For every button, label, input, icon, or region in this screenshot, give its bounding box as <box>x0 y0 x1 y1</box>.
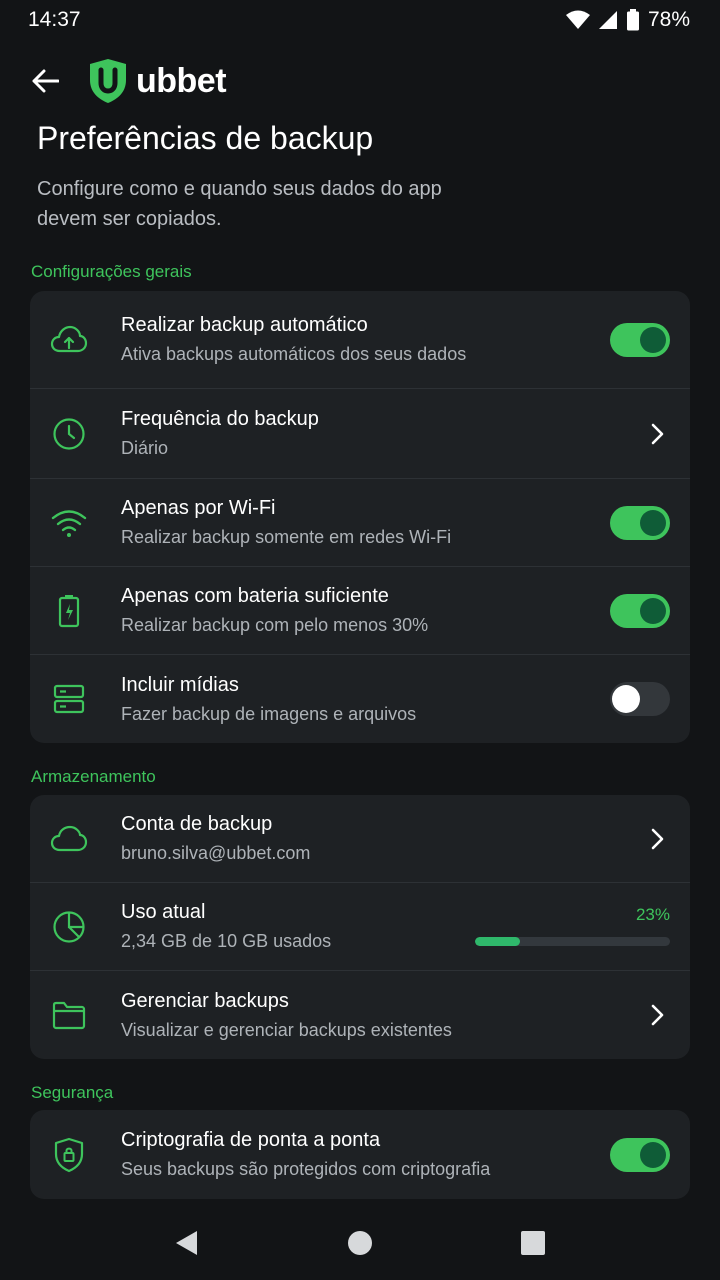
wifi-icon <box>50 504 88 542</box>
auto-backup-toggle[interactable] <box>610 322 670 357</box>
folder-icon <box>50 996 88 1034</box>
app-logo: ubbet <box>88 58 227 104</box>
include-media-toggle[interactable] <box>610 682 670 716</box>
row-title: Criptografia de ponta a ponta <box>121 1129 381 1151</box>
cloud-icon <box>50 820 88 858</box>
row-backup-account[interactable]: Conta de backup bruno.silva@ubbet.com <box>30 795 690 883</box>
storage-icon <box>50 680 88 718</box>
page-subtitle: Configure como e quando seus dados do ap… <box>37 178 442 230</box>
shield-logo-icon <box>90 59 126 103</box>
nav-recents-button[interactable] <box>513 1223 553 1263</box>
row-title: Frequência do backup <box>121 408 319 430</box>
row-subtitle: Seus backups são protegidos com criptogr… <box>121 1159 491 1179</box>
chevron-right-icon[interactable] <box>650 1003 666 1027</box>
card-storage: Conta de backup bruno.silva@ubbet.com Us… <box>30 795 690 1059</box>
row-title: Conta de backup <box>121 813 273 835</box>
row-wifi-only[interactable]: Apenas por Wi-Fi Realizar backup somente… <box>30 479 690 567</box>
clock-icon <box>50 415 88 453</box>
logo-text: ubbet <box>136 61 227 100</box>
section-label-general: Configurações gerais <box>31 262 192 281</box>
card-security: Criptografia de ponta a ponta Seus backu… <box>30 1110 690 1199</box>
battery-icon <box>626 9 640 31</box>
wifi-only-toggle[interactable] <box>610 505 670 540</box>
nav-back-button[interactable] <box>167 1223 207 1263</box>
row-title: Incluir mídias <box>121 673 239 696</box>
status-bar: 14:37 78% <box>0 0 720 40</box>
triangle-back-icon <box>175 1230 197 1255</box>
usage-progress-bar <box>475 937 670 946</box>
usage-progress-fill <box>475 937 520 946</box>
row-subtitle: Realizar backup com pelo menos 30% <box>121 615 429 635</box>
battery-percent: 78% <box>647 8 690 31</box>
cloud-upload-icon <box>50 321 88 359</box>
row-subtitle: Visualizar e gerenciar backups existente… <box>121 1019 452 1040</box>
row-backup-frequency[interactable]: Frequência do backup Diário <box>30 389 690 479</box>
shield-lock-icon <box>50 1136 88 1174</box>
row-current-usage: Uso atual 2,34 GB de 10 GB usados 23% <box>30 883 690 971</box>
row-include-media[interactable]: Incluir mídias Fazer backup de imagens e… <box>30 655 690 743</box>
row-subtitle: Ativa backups automáticos dos seus dados <box>121 344 467 364</box>
row-battery-sufficient[interactable]: Apenas com bateria suficiente Realizar b… <box>30 567 690 655</box>
row-title: Apenas por Wi-Fi <box>121 497 276 519</box>
battery-sufficient-toggle[interactable] <box>610 593 670 628</box>
system-nav-bar <box>0 1205 720 1280</box>
row-title: Realizar backup automático <box>121 314 368 336</box>
encryption-toggle[interactable] <box>610 1137 670 1172</box>
card-general: Realizar backup automático Ativa backups… <box>30 291 690 743</box>
nav-home-button[interactable] <box>340 1223 380 1263</box>
chevron-right-icon[interactable] <box>650 422 666 446</box>
row-title: Gerenciar backups <box>121 989 289 1012</box>
section-label-security: Segurança <box>31 1083 114 1102</box>
row-subtitle: Fazer backup de imagens e arquivos <box>121 703 417 724</box>
top-bar: ubbet <box>30 56 227 106</box>
cell-signal-icon <box>598 10 618 30</box>
battery-charging-icon <box>50 592 88 630</box>
square-recents-icon <box>521 1230 546 1255</box>
back-button[interactable] <box>30 66 60 96</box>
status-time: 14:37 <box>28 8 81 31</box>
usage-percent: 23% <box>635 905 670 924</box>
row-subtitle: bruno.silva@ubbet.com <box>121 843 311 863</box>
status-icons: 78% <box>565 8 690 32</box>
row-title: Apenas com bateria suficiente <box>121 585 389 607</box>
row-title: Uso atual <box>121 901 206 923</box>
row-manage-backups[interactable]: Gerenciar backups Visualizar e gerenciar… <box>30 971 690 1059</box>
row-subtitle: Diário <box>121 438 169 458</box>
page-title: Preferências de backup <box>37 120 374 156</box>
pie-chart-icon <box>50 908 88 946</box>
row-encryption[interactable]: Criptografia de ponta a ponta Seus backu… <box>30 1110 690 1199</box>
chevron-right-icon[interactable] <box>650 827 666 851</box>
row-subtitle: 2,34 GB de 10 GB usados <box>121 931 332 951</box>
row-subtitle: Realizar backup somente em redes Wi-Fi <box>121 527 452 547</box>
circle-home-icon <box>347 1230 372 1255</box>
section-label-storage: Armazenamento <box>31 767 156 786</box>
row-auto-backup[interactable]: Realizar backup automático Ativa backups… <box>30 291 690 389</box>
wifi-signal-icon <box>565 10 590 30</box>
arrow-left-icon <box>32 69 59 93</box>
